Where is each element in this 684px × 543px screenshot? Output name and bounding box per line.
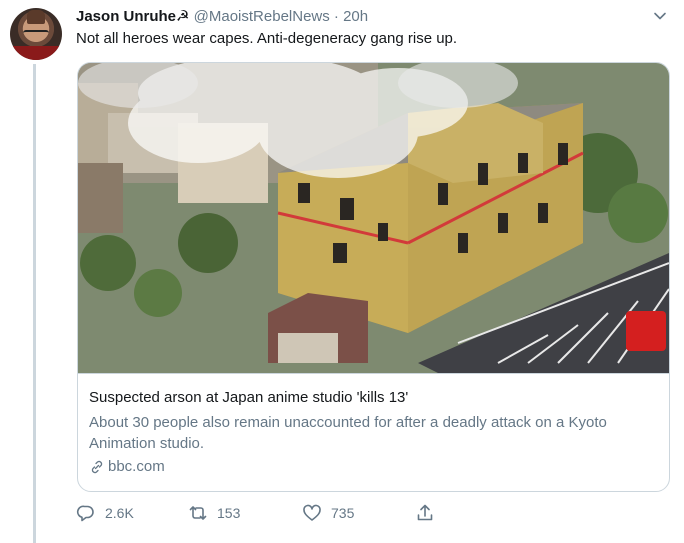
tweet-text: Not all heroes wear capes. Anti-degenera… — [76, 30, 458, 47]
retweet-count: 153 — [217, 505, 241, 521]
like-button[interactable]: 735 — [302, 503, 354, 523]
author-name[interactable]: Jason Unruhe☭ — [76, 8, 189, 25]
like-count: 735 — [331, 505, 355, 521]
retweet-button[interactable]: 153 — [188, 503, 240, 523]
card-body[interactable]: Suspected arson at Japan anime studio 'k… — [78, 373, 669, 491]
avatar[interactable] — [10, 8, 62, 60]
thread-line — [33, 64, 36, 543]
retweet-icon — [189, 506, 207, 520]
reply-icon — [76, 505, 94, 522]
link-icon — [91, 460, 103, 473]
tweet-actions: 2.6K 153 735 — [76, 503, 516, 525]
avatar-hair — [27, 10, 45, 24]
card-description: About 30 people also remain unaccounted … — [89, 414, 607, 452]
chevron-down-icon[interactable] — [652, 8, 668, 24]
heart-icon — [303, 504, 321, 521]
card-domain[interactable]: bbc.com — [89, 458, 165, 475]
card-domain-text: bbc.com — [108, 458, 165, 475]
card-image[interactable] — [78, 63, 669, 373]
share-button[interactable] — [415, 503, 435, 523]
link-card[interactable]: Suspected arson at Japan anime studio 'k… — [77, 62, 670, 492]
avatar-glasses — [23, 30, 49, 38]
reply-count: 2.6K — [105, 505, 134, 521]
tweet-timestamp[interactable]: 20h — [343, 8, 368, 25]
avatar-shirt — [10, 46, 62, 60]
share-icon — [417, 504, 433, 521]
card-title[interactable]: Suspected arson at Japan anime studio 'k… — [89, 389, 408, 406]
reply-button[interactable]: 2.6K — [76, 503, 134, 523]
header-separator: · — [333, 8, 339, 25]
tweet-header: Jason Unruhe☭ @MaoistRebelNews · 20h — [76, 7, 368, 27]
author-handle[interactable]: @MaoistRebelNews — [194, 8, 330, 25]
